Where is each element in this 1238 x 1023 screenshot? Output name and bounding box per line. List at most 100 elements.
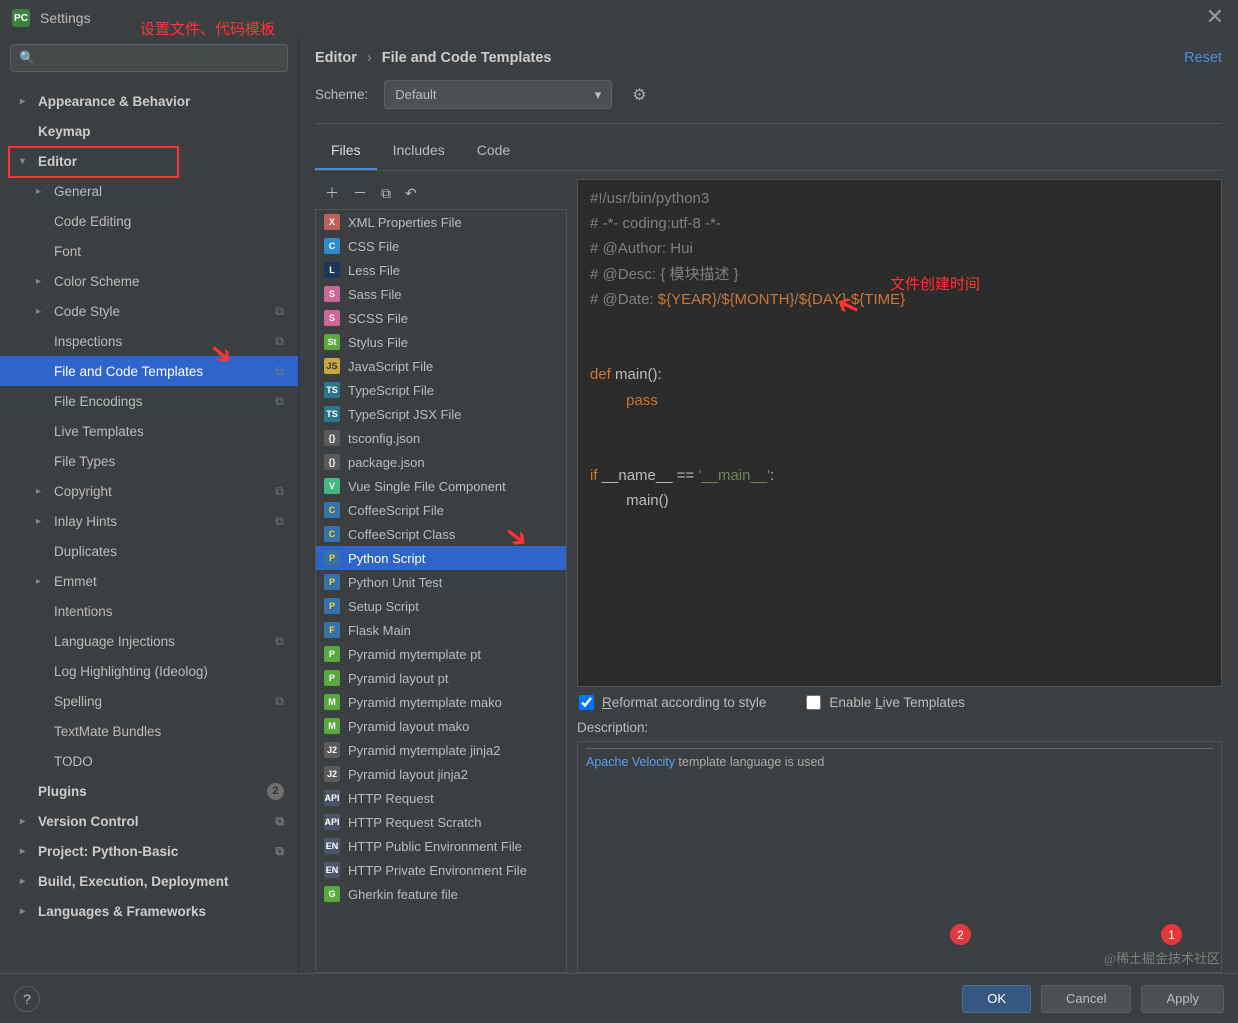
chevron-icon [36, 516, 50, 527]
sidebar-item-inspections[interactable]: Inspections⧉ [0, 326, 298, 356]
window-title: Settings [40, 10, 91, 26]
template-flask-main[interactable]: FFlask Main [316, 618, 566, 642]
template-http-request-scratch[interactable]: APIHTTP Request Scratch [316, 810, 566, 834]
copy-icon: ⧉ [275, 334, 284, 349]
tab-files[interactable]: Files [315, 134, 377, 170]
template-http-public-environment-file[interactable]: ENHTTP Public Environment File [316, 834, 566, 858]
template-setup-script[interactable]: PSetup Script [316, 594, 566, 618]
template-editor[interactable]: #!/usr/bin/python3 # -*- coding:utf-8 -*… [577, 179, 1222, 687]
sidebar-item-color-scheme[interactable]: Color Scheme [0, 266, 298, 296]
footer: ? OK Cancel Apply [0, 973, 1238, 1023]
sidebar-item-log-highlighting-ideolog-[interactable]: Log Highlighting (Ideolog) [0, 656, 298, 686]
remove-icon[interactable]: － [353, 183, 367, 203]
sidebar-item-code-style[interactable]: Code Style⧉ [0, 296, 298, 326]
sidebar-item-spelling[interactable]: Spelling⧉ [0, 686, 298, 716]
template-typescript-file[interactable]: TSTypeScript File [316, 378, 566, 402]
sidebar-item-todo[interactable]: TODO [0, 746, 298, 776]
sidebar-item-language-injections[interactable]: Language Injections⧉ [0, 626, 298, 656]
sidebar-item-duplicates[interactable]: Duplicates [0, 536, 298, 566]
sidebar-item-intentions[interactable]: Intentions [0, 596, 298, 626]
undo-icon[interactable]: ↶ [405, 185, 417, 202]
template-less-file[interactable]: LLess File [316, 258, 566, 282]
template-pyramid-mytemplate-pt[interactable]: PPyramid mytemplate pt [316, 642, 566, 666]
template-list: XXML Properties FileCCSS FileLLess FileS… [315, 209, 567, 973]
template-xml-properties-file[interactable]: XXML Properties File [316, 210, 566, 234]
template-pyramid-layout-jinja2[interactable]: J2Pyramid layout jinja2 [316, 762, 566, 786]
template-pyramid-layout-pt[interactable]: PPyramid layout pt [316, 666, 566, 690]
chevron-right-icon: › [367, 50, 372, 66]
file-icon: J2 [324, 766, 340, 782]
template-sass-file[interactable]: SSass File [316, 282, 566, 306]
search-input[interactable]: 🔍 [10, 44, 288, 72]
sidebar-item-version-control[interactable]: Version Control⧉ [0, 806, 298, 836]
copy-icon[interactable]: ⧉ [381, 185, 391, 202]
file-icon: API [324, 790, 340, 806]
gear-icon[interactable]: ⚙ [632, 85, 646, 105]
enable-live-checkbox[interactable]: Enable Live Templates [806, 695, 965, 710]
template-typescript-jsx-file[interactable]: TSTypeScript JSX File [316, 402, 566, 426]
chevron-icon [36, 276, 50, 287]
reset-link[interactable]: Reset [1184, 50, 1222, 66]
file-icon: M [324, 694, 340, 710]
file-icon: V [324, 478, 340, 494]
sidebar-item-keymap[interactable]: Keymap [0, 116, 298, 146]
watermark: @稀土掘金技术社区 [1104, 948, 1220, 967]
titlebar: PC Settings ✕ [0, 0, 1238, 36]
sidebar-item-emmet[interactable]: Emmet [0, 566, 298, 596]
file-icon: P [324, 550, 340, 566]
template-http-private-environment-file[interactable]: ENHTTP Private Environment File [316, 858, 566, 882]
sidebar-item-plugins[interactable]: Plugins2 [0, 776, 298, 806]
template-python-unit-test[interactable]: PPython Unit Test [316, 570, 566, 594]
apply-button[interactable]: Apply [1141, 985, 1224, 1013]
template-vue-single-file-component[interactable]: VVue Single File Component [316, 474, 566, 498]
template-coffeescript-class[interactable]: CCoffeeScript Class [316, 522, 566, 546]
template-http-request[interactable]: APIHTTP Request [316, 786, 566, 810]
add-icon[interactable]: ＋ [325, 183, 339, 203]
sidebar-item-build-execution-deployment[interactable]: Build, Execution, Deployment [0, 866, 298, 896]
chevron-icon [20, 846, 34, 857]
template-package-json[interactable]: {}package.json [316, 450, 566, 474]
scheme-select[interactable]: Default ▾ [384, 80, 612, 109]
count-badge: 2 [267, 783, 284, 800]
template-pyramid-layout-mako[interactable]: MPyramid layout mako [316, 714, 566, 738]
sidebar-item-languages-frameworks[interactable]: Languages & Frameworks [0, 896, 298, 926]
chevron-icon [36, 486, 50, 497]
file-icon: C [324, 238, 340, 254]
template-gherkin-feature-file[interactable]: GGherkin feature file [316, 882, 566, 906]
sidebar-item-inlay-hints[interactable]: Inlay Hints⧉ [0, 506, 298, 536]
ok-button[interactable]: OK [962, 985, 1031, 1013]
sidebar-item-file-and-code-templates[interactable]: File and Code Templates⧉ [0, 356, 298, 386]
sidebar-item-editor[interactable]: Editor [0, 146, 298, 176]
template-tsconfig-json[interactable]: {}tsconfig.json [316, 426, 566, 450]
tab-includes[interactable]: Includes [377, 134, 461, 170]
sidebar-item-appearance-behavior[interactable]: Appearance & Behavior [0, 86, 298, 116]
template-css-file[interactable]: CCSS File [316, 234, 566, 258]
annotation-badge-2: 2 [950, 924, 971, 945]
file-icon: EN [324, 838, 340, 854]
template-pyramid-mytemplate-mako[interactable]: MPyramid mytemplate mako [316, 690, 566, 714]
help-button[interactable]: ? [14, 986, 40, 1012]
velocity-link[interactable]: Apache Velocity [586, 755, 675, 769]
close-icon[interactable]: ✕ [1206, 8, 1224, 26]
reformat-checkbox[interactable]: RReformat according to styleeformat acco… [579, 695, 766, 710]
sidebar-item-copyright[interactable]: Copyright⧉ [0, 476, 298, 506]
breadcrumb-editor[interactable]: Editor [315, 50, 357, 66]
sidebar-item-live-templates[interactable]: Live Templates [0, 416, 298, 446]
cancel-button[interactable]: Cancel [1041, 985, 1131, 1013]
template-python-script[interactable]: PPython Script [316, 546, 566, 570]
sidebar-item-file-types[interactable]: File Types [0, 446, 298, 476]
sidebar-item-font[interactable]: Font [0, 236, 298, 266]
sidebar-item-general[interactable]: General [0, 176, 298, 206]
description-box: Apache Velocity template language is use… [577, 741, 1222, 973]
template-coffeescript-file[interactable]: CCoffeeScript File [316, 498, 566, 522]
template-javascript-file[interactable]: JSJavaScript File [316, 354, 566, 378]
sidebar-item-project-python-basic[interactable]: Project: Python-Basic⧉ [0, 836, 298, 866]
tab-code[interactable]: Code [461, 134, 526, 170]
template-scss-file[interactable]: SSCSS File [316, 306, 566, 330]
template-pyramid-mytemplate-jinja2[interactable]: J2Pyramid mytemplate jinja2 [316, 738, 566, 762]
template-toolbar: ＋ － ⧉ ↶ [315, 179, 567, 209]
sidebar-item-code-editing[interactable]: Code Editing [0, 206, 298, 236]
sidebar-item-textmate-bundles[interactable]: TextMate Bundles [0, 716, 298, 746]
template-stylus-file[interactable]: StStylus File [316, 330, 566, 354]
sidebar-item-file-encodings[interactable]: File Encodings⧉ [0, 386, 298, 416]
